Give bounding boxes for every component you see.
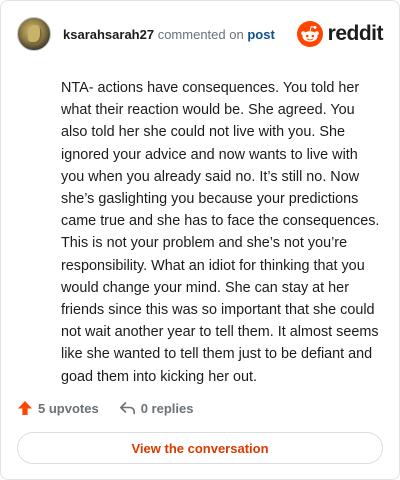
reply-button[interactable]: 0 replies bbox=[119, 400, 194, 416]
reddit-brand[interactable]: reddit bbox=[296, 21, 384, 47]
comment-card: ksarahsarah27 commented on post reddit N… bbox=[0, 0, 400, 480]
comment-header: ksarahsarah27 commented on post reddit bbox=[17, 17, 384, 51]
action-text: commented on bbox=[157, 26, 244, 42]
reply-arrow-icon bbox=[119, 400, 141, 416]
comment-meta: ksarahsarah27 commented on post bbox=[63, 27, 275, 42]
upvote-count: 5 upvotes bbox=[38, 400, 99, 416]
avatar-face bbox=[28, 25, 42, 45]
comment-footer: 5 upvotes 0 replies bbox=[17, 397, 193, 419]
brand-wordmark: reddit bbox=[327, 22, 384, 45]
username-link[interactable]: ksarahsarah27 bbox=[63, 27, 154, 42]
view-conversation-button[interactable]: View the conversation bbox=[17, 432, 383, 464]
reply-count: 0 replies bbox=[140, 400, 194, 416]
avatar[interactable] bbox=[17, 17, 51, 51]
post-link[interactable]: post bbox=[247, 27, 274, 42]
comment-body: NTA- actions have consequences. You told… bbox=[61, 80, 380, 385]
reddit-logo-icon bbox=[296, 21, 323, 47]
upvote-button[interactable]: 5 upvotes bbox=[17, 400, 99, 416]
upvote-arrow-icon bbox=[17, 400, 38, 416]
